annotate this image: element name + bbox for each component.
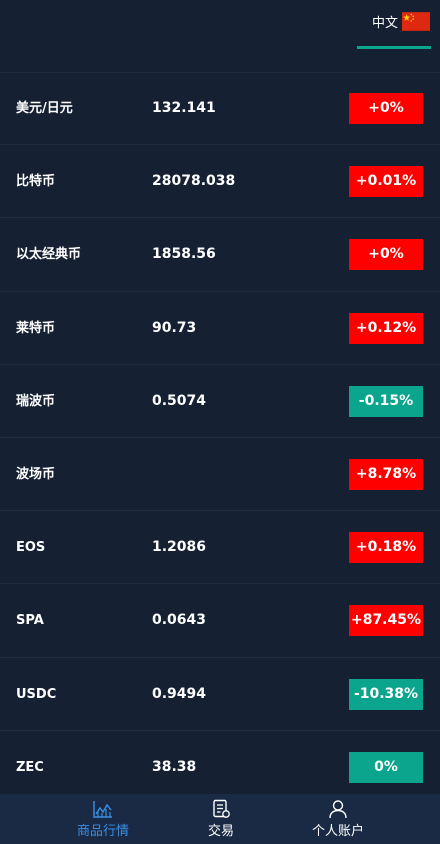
china-flag-icon xyxy=(402,12,430,31)
change-badge: +0.18% xyxy=(349,532,423,564)
change-badge: +8.78% xyxy=(349,458,423,490)
symbol-price: 38.38 xyxy=(152,758,197,775)
change-badge: 0% xyxy=(349,751,423,783)
tab-account[interactable]: 个人账户 xyxy=(308,794,368,844)
market-page: 中文 美元/日元 132.141 +0% 比特币 28078.038 +0.01… xyxy=(0,0,440,844)
language-switcher[interactable]: 中文 xyxy=(372,12,430,31)
symbol-name: SPA xyxy=(16,613,44,629)
change-badge: -0.15% xyxy=(349,385,423,417)
market-row[interactable]: 莱特币 90.73 +0.12% xyxy=(0,292,440,365)
symbol-price: 90.73 xyxy=(152,319,197,336)
symbol-name: ZEC xyxy=(16,759,44,775)
tab-market[interactable]: 商品行情 xyxy=(74,794,132,844)
symbol-price: 0.0643 xyxy=(152,612,207,629)
change-badge: +0% xyxy=(349,93,423,124)
market-row[interactable]: 美元/日元 132.141 +0% xyxy=(0,72,440,146)
market-row[interactable]: 瑞波币 0.5074 -0.15% xyxy=(0,365,440,438)
symbol-name: USDC xyxy=(16,686,57,702)
change-badge: +0.12% xyxy=(349,312,423,344)
symbol-price: 132.141 xyxy=(152,100,216,116)
market-row[interactable]: USDC 0.9494 -10.38% xyxy=(0,658,440,731)
language-underline xyxy=(357,46,431,49)
symbol-name: 莱特币 xyxy=(16,320,56,336)
change-badge: +0% xyxy=(349,239,423,271)
symbol-price: 1858.56 xyxy=(152,246,216,263)
tab-market-label: 商品行情 xyxy=(76,824,129,839)
symbol-price: 1.2086 xyxy=(152,539,207,556)
market-row[interactable]: 以太经典币 1858.56 +0% xyxy=(0,218,440,292)
symbol-name: 瑞波币 xyxy=(16,393,56,409)
user-account-icon xyxy=(329,800,347,819)
symbol-price: 0.9494 xyxy=(152,685,207,702)
market-chart-icon xyxy=(93,801,112,818)
header: 中文 xyxy=(0,0,440,73)
change-badge: +87.45% xyxy=(349,605,423,637)
symbol-name: 美元/日元 xyxy=(16,101,73,116)
tab-trade-label: 交易 xyxy=(207,824,234,839)
trade-document-icon xyxy=(213,799,230,818)
market-row[interactable]: EOS 1.2086 +0.18% xyxy=(0,511,440,585)
tab-trade[interactable]: 交易 xyxy=(205,794,237,844)
symbol-name: 以太经典币 xyxy=(16,247,82,263)
symbol-name: 比特币 xyxy=(16,174,56,190)
symbol-name: EOS xyxy=(16,540,46,556)
bottom-tab-bar: 商品行情 交易 个人账户 xyxy=(0,794,440,844)
market-row[interactable]: SPA 0.0643 +87.45% xyxy=(0,584,440,658)
change-badge: +0.01% xyxy=(349,166,423,198)
symbol-price: 0.5074 xyxy=(152,392,207,409)
tab-account-label: 个人账户 xyxy=(311,824,364,839)
symbol-name: 波场币 xyxy=(16,466,56,482)
market-row[interactable]: ZEC 38.38 0% xyxy=(0,731,440,804)
market-list: 美元/日元 132.141 +0% 比特币 28078.038 +0.01% 以… xyxy=(0,72,440,804)
symbol-price: 28078.038 xyxy=(152,173,236,190)
change-badge: -10.38% xyxy=(349,678,423,710)
language-label: 中文 xyxy=(371,16,398,31)
market-row[interactable]: 波场币 +8.78% xyxy=(0,438,440,512)
market-row[interactable]: 比特币 28078.038 +0.01% xyxy=(0,145,440,219)
